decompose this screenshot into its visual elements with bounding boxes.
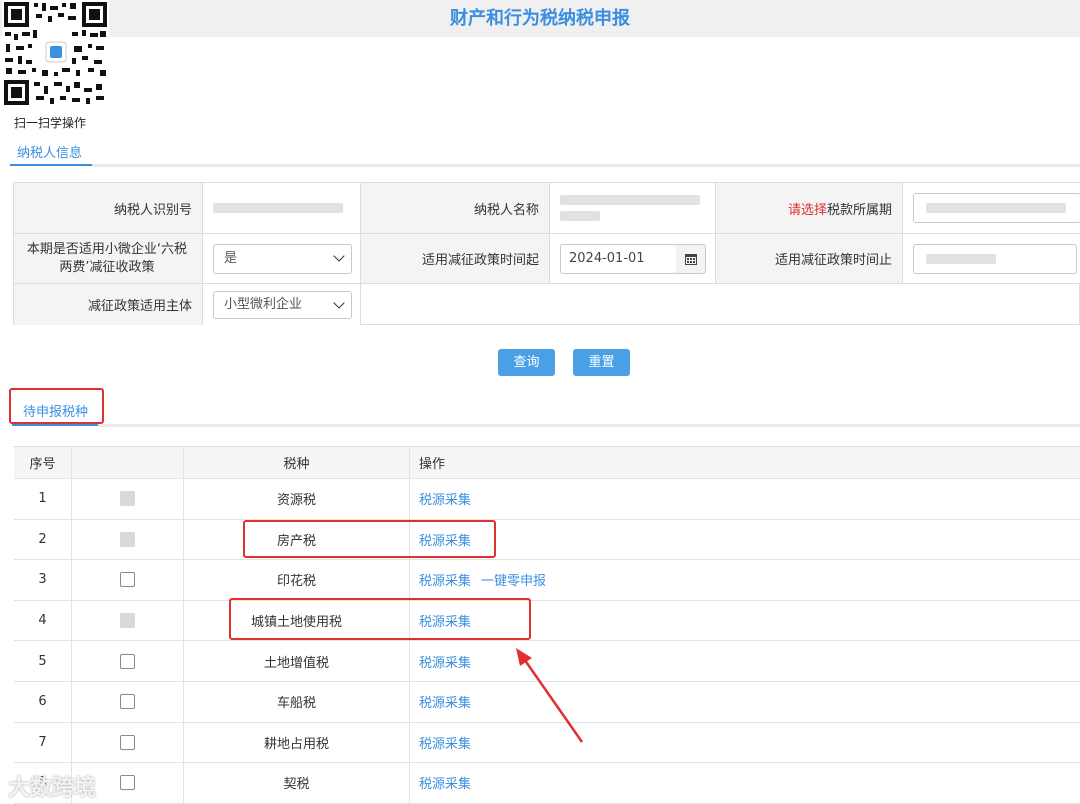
zero-declaration-link[interactable]: 一键零申报 [481, 570, 546, 589]
table-header: 序号 税种 操作 [14, 447, 1080, 479]
policy-end-label: 适用减征政策时间止 [716, 234, 903, 284]
subject-select[interactable]: 小型微利企业 [213, 290, 352, 319]
redacted-value [560, 211, 600, 221]
row-checkbox-cell [72, 722, 184, 763]
table-row: 8 契税 税源采集 [14, 763, 1080, 804]
table-row: 1 资源税 税源采集 [14, 479, 1080, 520]
row-checkbox-cell [72, 641, 184, 681]
policy-start-label: 适用减征政策时间起 [361, 234, 550, 284]
row-checkbox [120, 531, 135, 547]
collect-tax-source-link[interactable]: 税源采集 [419, 652, 471, 671]
row-number: 4 [14, 600, 72, 641]
tax-period-input[interactable] [913, 193, 1080, 223]
chevron-down-icon [333, 296, 345, 309]
row-checkbox[interactable] [120, 775, 135, 791]
row-checkbox-cell [72, 519, 184, 560]
pending-tax-table: 序号 税种 操作 1 资源税 税源采集 2 房产税 税源采集 3 印花税 税源采集 一键零申报 4 城… [13, 446, 1080, 804]
tax-type: 耕地占用税 [184, 722, 410, 763]
row-number: 7 [14, 722, 72, 763]
table-row: 2 房产税 税源采集 [14, 519, 1080, 561]
qr-caption: 扫一扫学操作 [14, 116, 87, 130]
small-micro-cell: 是 [203, 234, 361, 284]
collect-tax-source-link[interactable]: 税源采集 [419, 489, 471, 508]
row-checkbox[interactable] [120, 572, 135, 588]
tax-type: 印花税 [184, 560, 410, 600]
qr-code[interactable] [2, 0, 109, 107]
redacted-value [560, 195, 700, 205]
row-number: 3 [14, 560, 72, 600]
row-operations: 税源采集 [410, 763, 1080, 803]
policy-end-input[interactable] [913, 243, 1077, 274]
redacted-value [926, 253, 996, 264]
reset-button[interactable]: 重置 [573, 349, 630, 376]
row-operations: 税源采集 [410, 479, 1080, 519]
tax-type: 车船税 [184, 682, 410, 722]
policy-start-cell: 2024-01-01 [550, 234, 716, 284]
query-button[interactable]: 查询 [498, 349, 555, 376]
subject-label: 减征政策适用主体 [14, 284, 203, 325]
row-operations: 税源采集 [410, 520, 1080, 560]
row-number: 1 [14, 479, 72, 519]
tax-period-label: 请选择 税款所属期 [716, 183, 903, 234]
collect-tax-source-link[interactable]: 税源采集 [419, 773, 471, 792]
row-checkbox-cell [72, 600, 184, 641]
table-row: 3 印花税 税源采集 一键零申报 [14, 560, 1080, 601]
taxpayer-form: 纳税人识别号 纳税人名称 请选择 税款所属期 本期是否适用小微企业‘六税两费’减征… [13, 182, 1080, 325]
highlight-box-pending-tab [9, 388, 104, 424]
arrow-annotation [516, 648, 584, 743]
tax-period-field[interactable] [903, 183, 1080, 234]
policy-start-input[interactable]: 2024-01-01 [560, 243, 677, 274]
tab-taxpayer-info-underline [10, 164, 92, 166]
watermark: 大数跨境 [8, 776, 97, 801]
header-no: 序号 [14, 447, 72, 478]
row-checkbox[interactable] [120, 653, 135, 669]
collect-tax-source-link[interactable]: 税源采集 [419, 733, 471, 752]
subject-cell: 小型微利企业 [203, 284, 361, 325]
row-number: 2 [14, 519, 72, 560]
small-micro-select[interactable]: 是 [213, 243, 352, 274]
tab-taxpayer-info[interactable]: 纳税人信息 [17, 142, 82, 161]
small-micro-label: 本期是否适用小微企业‘六税两费’减征收政策 [14, 234, 203, 284]
row-checkbox-cell [72, 682, 184, 722]
header-checkbox [72, 447, 184, 478]
tax-type: 契税 [184, 763, 410, 803]
row-number: 5 [14, 641, 72, 681]
taxpayer-id-label: 纳税人识别号 [14, 183, 203, 234]
taxpayer-name-value [550, 183, 716, 234]
calendar-icon [684, 254, 697, 265]
row-checkbox-cell [72, 560, 184, 600]
row-operations: 税源采集 一键零申报 [410, 560, 1080, 600]
collect-tax-source-link[interactable]: 税源采集 [419, 570, 471, 589]
row-checkbox [120, 613, 135, 629]
tax-type: 土地增值税 [184, 641, 410, 681]
highlight-box-land-use-tax [229, 598, 531, 640]
tax-type: 资源税 [184, 479, 410, 519]
header-tax: 税种 [184, 447, 410, 478]
tab-divider [92, 164, 1080, 167]
row-checkbox[interactable] [120, 734, 135, 750]
header-op: 操作 [419, 457, 446, 472]
chevron-down-icon [333, 249, 345, 262]
taxpayer-name-label: 纳税人名称 [361, 183, 550, 234]
highlight-box-property-tax [243, 520, 496, 558]
tab-pending-taxes-underline [12, 424, 98, 426]
row-number: 6 [14, 682, 72, 722]
policy-end-cell [903, 234, 1080, 284]
row-checkbox-cell [72, 479, 184, 519]
row-checkbox[interactable] [120, 694, 135, 710]
redacted-value [926, 203, 1066, 213]
page-title: 财产和行为税纳税申报 [450, 8, 630, 29]
taxpayer-id-value [203, 183, 361, 234]
calendar-button[interactable] [676, 244, 706, 274]
collect-tax-source-link[interactable]: 税源采集 [419, 692, 471, 711]
redacted-value [213, 203, 343, 213]
table-row: 4 城镇土地使用税 税源采集 [14, 600, 1080, 642]
row-checkbox [120, 491, 135, 507]
tab-divider [98, 424, 1080, 427]
